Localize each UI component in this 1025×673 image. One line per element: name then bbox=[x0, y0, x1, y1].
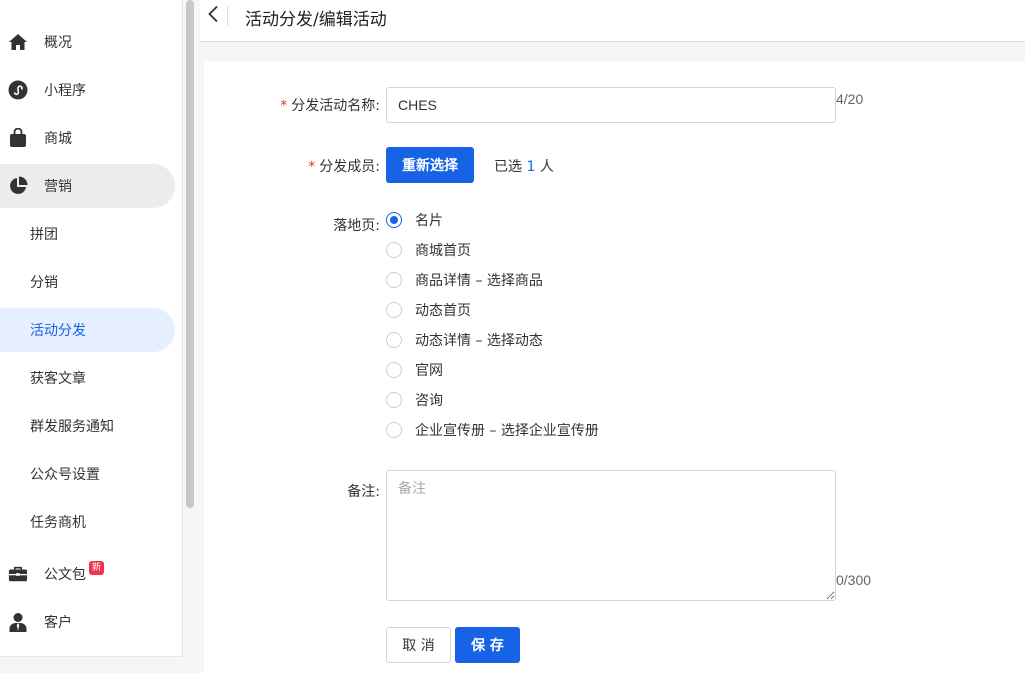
header-divider bbox=[227, 6, 228, 26]
sidebar-item-label: 公众号设置 bbox=[30, 467, 100, 483]
landing-option-consult[interactable]: 咨询 bbox=[386, 390, 443, 410]
radio-button[interactable] bbox=[386, 212, 402, 228]
miniprogram-icon bbox=[8, 80, 28, 100]
sidebar-item-label: 群发服务通知 bbox=[30, 419, 114, 435]
landing-option-mall-home[interactable]: 商城首页 bbox=[386, 240, 471, 260]
sidebar-item-label: 公文包 bbox=[44, 567, 86, 583]
radio-button[interactable] bbox=[386, 302, 402, 318]
landing-option-feed-home[interactable]: 动态首页 bbox=[386, 300, 471, 320]
sidebar-item-label: 客户 bbox=[44, 615, 72, 631]
sidebar-item-articles[interactable]: 获客文章 bbox=[0, 356, 175, 400]
sidebar-item-label: 概况 bbox=[44, 35, 72, 51]
sidebar-item-label: 任务商机 bbox=[30, 515, 86, 531]
sidebar-scrollbar[interactable] bbox=[186, 0, 194, 508]
sidebar-item-label: 活动分发 bbox=[30, 323, 86, 339]
sidebar: 概况 小程序 商城 营销 拼团 分销 活动分发 获客文章 群发服务通知 公众号设… bbox=[0, 0, 183, 657]
shopping-bag-icon bbox=[8, 128, 28, 148]
radio-button[interactable] bbox=[386, 272, 402, 288]
page-title: 活动分发/编辑活动 bbox=[245, 10, 387, 30]
required-mark: * bbox=[308, 159, 316, 175]
sidebar-item-overview[interactable]: 概况 bbox=[0, 20, 175, 64]
landing-option-card[interactable]: 名片 bbox=[386, 210, 443, 230]
reselect-members-button[interactable]: 重新选择 bbox=[386, 147, 474, 183]
remark-counter: 0/300 bbox=[836, 572, 872, 588]
radio-button[interactable] bbox=[386, 332, 402, 348]
back-button[interactable] bbox=[203, 5, 223, 27]
new-badge: 新 bbox=[89, 561, 104, 575]
landing-page-label: 落地页: bbox=[333, 218, 380, 234]
briefcase-icon bbox=[8, 564, 28, 584]
sidebar-item-mall[interactable]: 商城 bbox=[0, 116, 175, 160]
sidebar-item-label: 分销 bbox=[30, 275, 58, 291]
members-label: * 分发成员: bbox=[308, 159, 380, 175]
required-mark: * bbox=[280, 98, 288, 114]
sidebar-item-activity-distribution[interactable]: 活动分发 bbox=[0, 308, 175, 352]
sidebar-item-label: 小程序 bbox=[44, 83, 86, 99]
landing-option-website[interactable]: 官网 bbox=[386, 360, 443, 380]
radio-button[interactable] bbox=[386, 242, 402, 258]
sidebar-item-miniprogram[interactable]: 小程序 bbox=[0, 68, 175, 112]
sidebar-item-mass-notify[interactable]: 群发服务通知 bbox=[0, 404, 175, 448]
chevron-left-icon bbox=[207, 5, 219, 27]
remark-label: 备注: bbox=[347, 484, 380, 500]
radio-button[interactable] bbox=[386, 362, 402, 378]
sidebar-item-label: 拼团 bbox=[30, 227, 58, 243]
sidebar-item-label: 获客文章 bbox=[30, 371, 86, 387]
home-icon bbox=[8, 32, 28, 52]
radio-button[interactable] bbox=[386, 422, 402, 438]
sidebar-item-marketing[interactable]: 营销 bbox=[0, 164, 175, 208]
sidebar-item-task-opportunity[interactable]: 任务商机 bbox=[0, 500, 175, 544]
pie-chart-icon bbox=[8, 176, 28, 196]
members-selected-count: 1 bbox=[526, 159, 536, 175]
members-selected-text: 已选 1 人 bbox=[494, 159, 554, 175]
save-button[interactable]: 保 存 bbox=[455, 627, 520, 663]
activity-name-input[interactable] bbox=[386, 87, 836, 123]
landing-option-product-detail[interactable]: 商品详情 – 选择商品 bbox=[386, 270, 543, 290]
page-header: 活动分发/编辑活动 bbox=[200, 0, 1025, 42]
sidebar-item-customer[interactable]: 客户 bbox=[0, 600, 175, 644]
sidebar-item-distribution[interactable]: 分销 bbox=[0, 260, 175, 304]
remark-textarea[interactable] bbox=[386, 470, 836, 601]
landing-option-brochure[interactable]: 企业宣传册 – 选择企业宣传册 bbox=[386, 420, 599, 440]
sidebar-item-official-account[interactable]: 公众号设置 bbox=[0, 452, 175, 496]
activity-name-label: * 分发活动名称: bbox=[280, 98, 380, 114]
user-icon bbox=[8, 612, 28, 632]
sidebar-item-briefcase[interactable]: 公文包 bbox=[0, 552, 175, 596]
radio-button[interactable] bbox=[386, 392, 402, 408]
sidebar-item-label: 商城 bbox=[44, 131, 72, 147]
landing-option-feed-detail[interactable]: 动态详情 – 选择动态 bbox=[386, 330, 543, 350]
cancel-button[interactable]: 取 消 bbox=[386, 627, 451, 663]
sidebar-item-group-buy[interactable]: 拼团 bbox=[0, 212, 175, 256]
sidebar-item-label: 营销 bbox=[44, 179, 72, 195]
activity-name-counter: 4/20 bbox=[836, 91, 864, 107]
